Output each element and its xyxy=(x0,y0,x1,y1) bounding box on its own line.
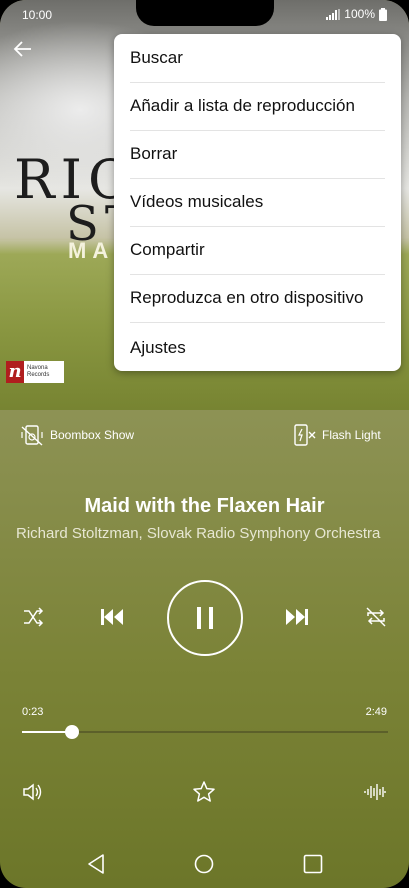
shuffle-button[interactable] xyxy=(22,606,44,628)
nav-back-button[interactable] xyxy=(86,853,106,875)
menu-item-share[interactable]: Compartir xyxy=(130,226,385,275)
equalizer-icon xyxy=(364,783,386,801)
duration-time: 2:49 xyxy=(365,706,387,718)
menu-item-music-videos[interactable]: Vídeos musicales xyxy=(130,178,385,227)
label-logo: n Navona Records xyxy=(6,361,64,383)
seek-bar-thumb[interactable] xyxy=(65,725,79,739)
flash-light-label: Flash Light xyxy=(322,428,381,442)
seek-bar[interactable] xyxy=(22,725,388,739)
volume-icon xyxy=(22,782,44,802)
volume-button[interactable] xyxy=(22,782,44,802)
signal-icon xyxy=(326,8,341,20)
arrow-left-icon xyxy=(12,38,34,60)
nav-recents-button[interactable] xyxy=(303,854,323,874)
equalizer-button[interactable] xyxy=(364,783,386,801)
circle-home-icon xyxy=(194,854,214,874)
track-artist: Richard Stoltzman, Slovak Radio Symphony… xyxy=(16,525,381,542)
square-recents-icon xyxy=(303,854,323,874)
overflow-menu: Buscar Añadir a lista de reproducción Bo… xyxy=(114,34,401,371)
pause-button[interactable] xyxy=(167,580,243,656)
battery-percent: 100% xyxy=(344,7,375,21)
label-logo-brand: Navona xyxy=(27,365,48,371)
star-icon xyxy=(192,780,216,804)
menu-item-delete[interactable]: Borrar xyxy=(130,130,385,179)
favorite-button[interactable] xyxy=(192,780,216,804)
battery-icon xyxy=(379,7,387,21)
triangle-back-icon xyxy=(86,853,106,875)
flash-light-button[interactable]: Flash Light xyxy=(292,422,381,448)
track-title: Maid with the Flaxen Hair xyxy=(84,495,325,517)
repeat-button[interactable] xyxy=(364,606,388,628)
nav-home-button[interactable] xyxy=(194,854,214,874)
menu-item-search[interactable]: Buscar xyxy=(130,34,385,83)
back-button[interactable] xyxy=(12,38,34,60)
label-logo-sub: Records xyxy=(27,372,50,378)
menu-item-add-to-playlist[interactable]: Añadir a lista de reproducción xyxy=(130,82,385,131)
navigation-bar xyxy=(0,840,409,888)
skip-previous-icon xyxy=(100,607,124,627)
shuffle-icon xyxy=(22,606,44,628)
next-button[interactable] xyxy=(285,607,309,627)
flash-off-icon xyxy=(292,423,316,447)
boombox-off-icon xyxy=(20,423,44,447)
music-player-screen: RIC ST MAI n Navona Records 10:00 100% Bu… xyxy=(0,0,409,888)
elapsed-time: 0:23 xyxy=(22,706,44,718)
status-bar: 10:00 100% xyxy=(0,0,409,28)
boombox-show-label: Boombox Show xyxy=(50,428,135,442)
repeat-off-icon xyxy=(364,606,388,628)
status-time: 10:00 xyxy=(22,8,53,22)
skip-next-icon xyxy=(285,607,309,627)
menu-item-play-on-other-device[interactable]: Reproduzca en otro dispositivo xyxy=(130,274,385,323)
boombox-show-button[interactable]: Boombox Show xyxy=(20,422,134,448)
menu-item-settings[interactable]: Ajustes xyxy=(130,324,385,372)
previous-button[interactable] xyxy=(100,607,124,627)
